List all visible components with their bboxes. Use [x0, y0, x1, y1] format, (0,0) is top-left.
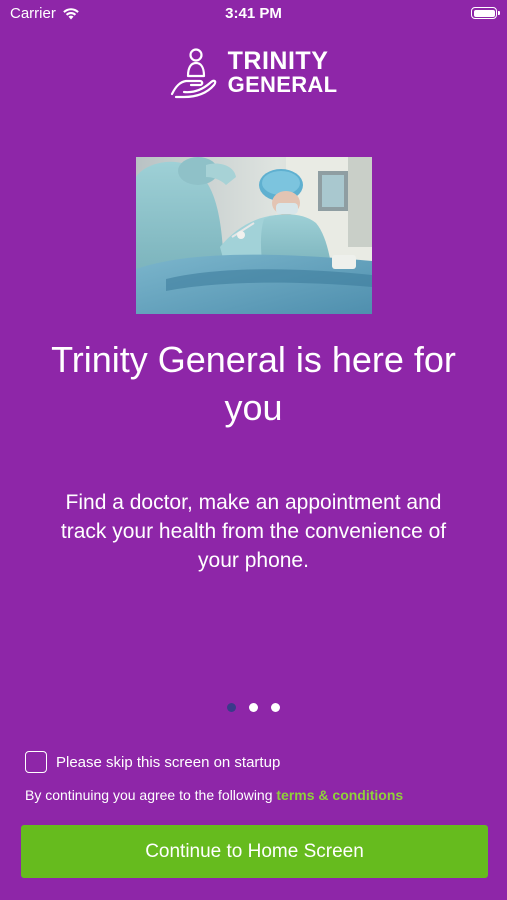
status-bar: Carrier 3:41 PM: [0, 0, 507, 28]
status-time: 3:41 PM: [225, 5, 282, 22]
page-dot[interactable]: [249, 703, 258, 712]
page-indicator[interactable]: [0, 703, 507, 712]
page-dot[interactable]: [227, 703, 236, 712]
terms-prefix: By continuing you agree to the following: [25, 787, 273, 803]
app-logo: TRINITY GENERAL: [0, 46, 507, 100]
terms-link[interactable]: terms & conditions: [276, 787, 403, 803]
terms-notice: By continuing you agree to the following…: [25, 787, 403, 803]
skip-label: Please skip this screen on startup: [56, 753, 281, 771]
logo-wordmark: TRINITY GENERAL: [228, 49, 338, 97]
surgery-illustration: [136, 157, 372, 314]
description-text: Find a doctor, make an appointment and t…: [60, 491, 447, 572]
logo-line-1: TRINITY: [227, 47, 329, 75]
page-dot[interactable]: [271, 703, 280, 712]
battery-icon: [471, 7, 500, 19]
logo-line-2: GENERAL: [227, 72, 338, 97]
caring-hand-person-icon: [170, 48, 216, 99]
continue-button[interactable]: Continue to Home Screen: [21, 825, 488, 878]
skip-checkbox[interactable]: [25, 751, 47, 773]
headline: Trinity General is here for you: [51, 339, 456, 428]
surgeons-photo: [136, 157, 372, 314]
skip-screen-option[interactable]: Please skip this screen on startup: [25, 751, 280, 773]
